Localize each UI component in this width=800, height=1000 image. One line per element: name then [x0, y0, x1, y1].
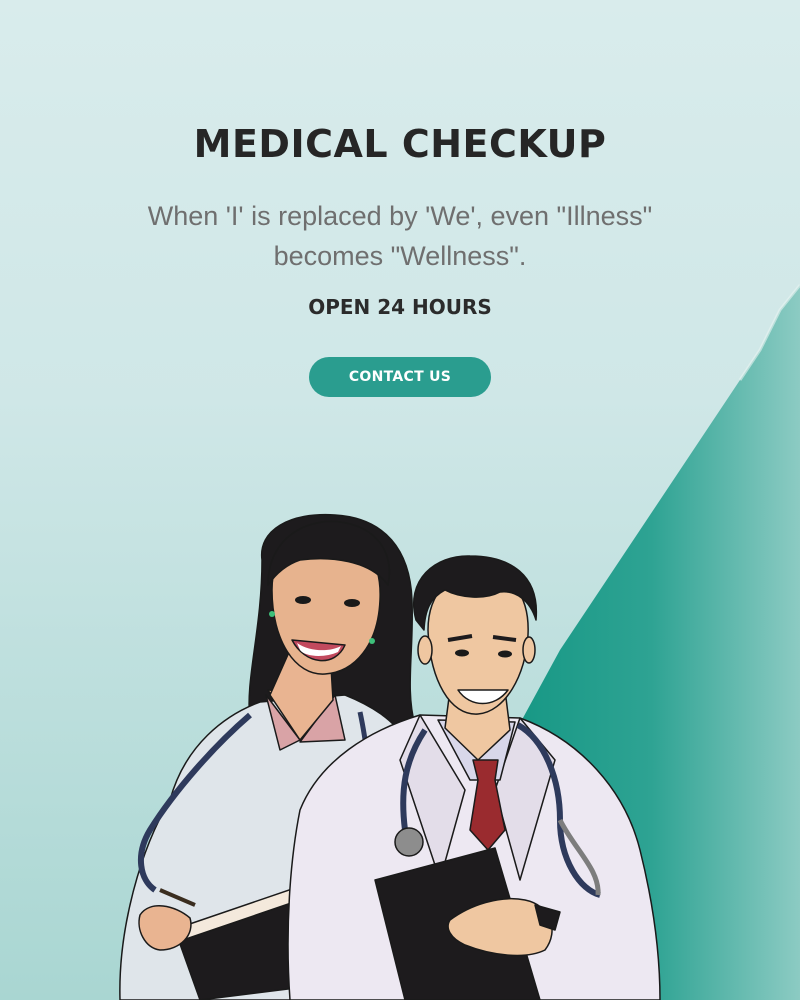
doctors-illustration — [119, 513, 661, 1000]
